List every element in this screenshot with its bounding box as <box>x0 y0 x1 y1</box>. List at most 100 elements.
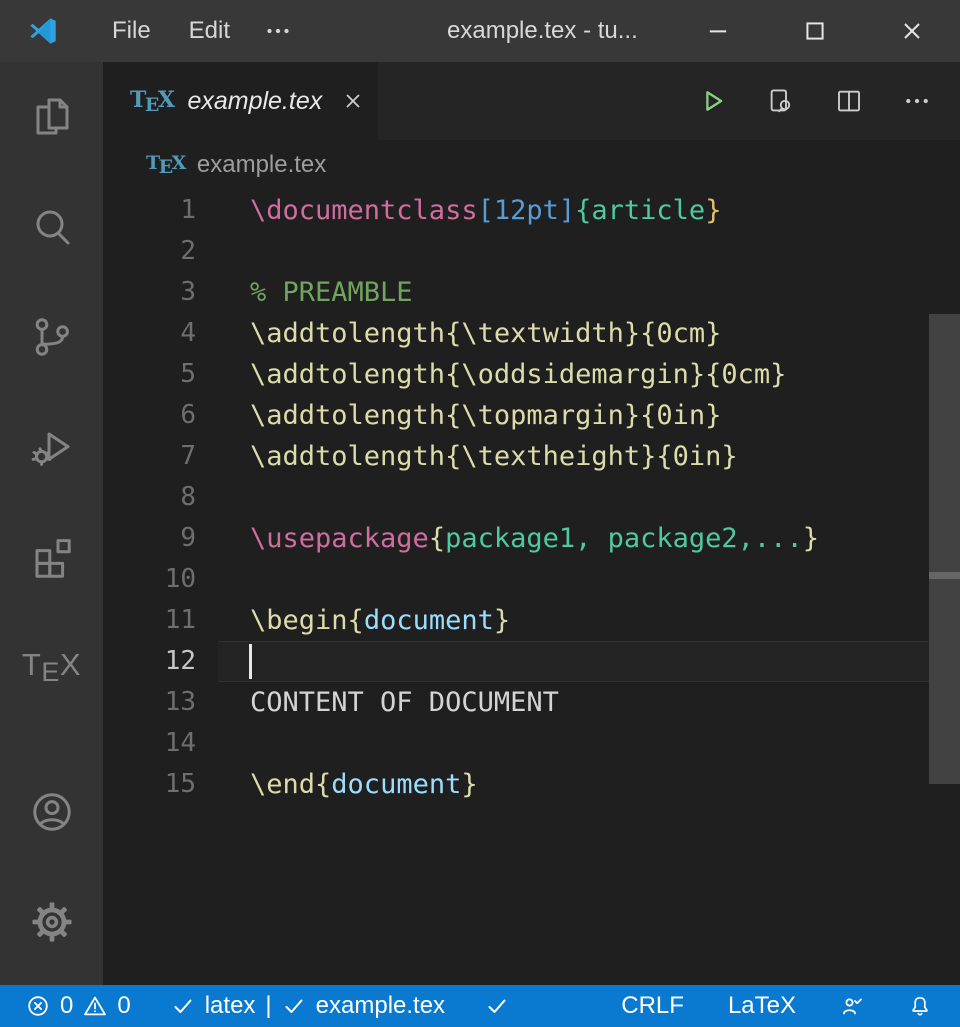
vscode-logo-icon <box>27 15 59 47</box>
check-icon <box>485 994 509 1018</box>
code-line[interactable]: 3% PREAMBLE <box>103 272 960 313</box>
tab-example-tex[interactable]: TEX example.tex <box>103 62 378 140</box>
close-button[interactable] <box>863 0 960 62</box>
tex-file-icon: TEX <box>146 152 185 178</box>
notifications-item[interactable] <box>908 994 932 1018</box>
activity-source-control[interactable] <box>0 282 103 392</box>
tab-close-icon[interactable] <box>340 88 366 114</box>
tab-label: example.tex <box>187 87 322 116</box>
line-number: 14 <box>103 723 218 764</box>
problems-item[interactable]: 00 <box>26 992 131 1020</box>
code-line[interactable]: 4\addtolength{\textwidth}{0cm} <box>103 313 960 354</box>
line-number: 13 <box>103 682 218 723</box>
line-number: 1 <box>103 190 218 231</box>
line-content: CONTENT OF DOCUMENT <box>218 682 960 723</box>
menu-bar: File Edit <box>93 0 295 62</box>
code-line[interactable]: 5\addtolength{\oddsidemargin}{0cm} <box>103 354 960 395</box>
text-cursor <box>249 644 252 679</box>
tex-file-icon: TEX <box>130 87 173 116</box>
status-text: 0 <box>60 992 73 1020</box>
line-number: 4 <box>103 313 218 354</box>
build-status-item[interactable] <box>485 994 509 1018</box>
line-number: 12 <box>103 641 218 682</box>
maximize-button[interactable] <box>766 0 863 62</box>
menu-overflow-button[interactable] <box>261 14 295 48</box>
latex-file-check-item[interactable]: latex | example.tex <box>171 992 445 1020</box>
code-line[interactable]: 1\documentclass[12pt]{article} <box>103 190 960 231</box>
language-mode-indicator[interactable]: LaTeX <box>728 992 796 1020</box>
feedback-item[interactable] <box>840 994 864 1018</box>
error-icon <box>26 994 50 1018</box>
overview-cursor-marker <box>929 572 960 579</box>
code-line[interactable]: 10 <box>103 559 960 600</box>
check-icon <box>282 994 306 1018</box>
line-number: 8 <box>103 477 218 518</box>
title-bar: File Edit example.tex - tu... <box>0 0 960 62</box>
eol-indicator[interactable]: CRLF <box>621 992 684 1020</box>
line-number: 2 <box>103 231 218 272</box>
code-line[interactable]: 7\addtolength{\textheight}{0in} <box>103 436 960 477</box>
code-line[interactable]: 15\end{document} <box>103 764 960 805</box>
run-build-button[interactable] <box>698 86 728 116</box>
line-content: % PREAMBLE <box>218 272 960 313</box>
code-line[interactable]: 2 <box>103 231 960 272</box>
line-number: 7 <box>103 436 218 477</box>
person-check-icon <box>840 994 864 1018</box>
status-text: CRLF <box>621 992 684 1020</box>
breadcrumb-file: example.tex <box>197 151 326 179</box>
line-number: 6 <box>103 395 218 436</box>
code-line[interactable]: 12 <box>103 641 960 682</box>
line-number: 9 <box>103 518 218 559</box>
line-number: 11 <box>103 600 218 641</box>
preview-pdf-button[interactable] <box>766 86 796 116</box>
line-content: \documentclass[12pt]{article} <box>218 190 960 231</box>
scrollbar-thumb[interactable] <box>929 314 960 784</box>
line-number: 5 <box>103 354 218 395</box>
menu-edit[interactable]: Edit <box>170 0 249 62</box>
line-content: \addtolength{\textwidth}{0cm} <box>218 313 960 354</box>
activity-settings[interactable] <box>0 867 103 977</box>
status-text: example.tex <box>316 992 445 1020</box>
line-content: \end{document} <box>218 764 960 805</box>
code-line[interactable]: 6\addtolength{\topmargin}{0in} <box>103 395 960 436</box>
activity-explorer[interactable] <box>0 62 103 172</box>
code-line[interactable]: 9\usepackage{package1, package2,...} <box>103 518 960 559</box>
line-content <box>218 231 960 272</box>
activity-extensions[interactable] <box>0 502 103 612</box>
line-number: 10 <box>103 559 218 600</box>
status-text: latex <box>205 992 256 1020</box>
activity-bar-top: TEX <box>0 62 103 722</box>
editor-scrollbar[interactable] <box>929 314 960 985</box>
split-editor-button[interactable] <box>834 86 864 116</box>
more-actions-button[interactable] <box>902 86 932 116</box>
breadcrumb[interactable]: TEX example.tex <box>103 140 960 190</box>
code-lines: 1\documentclass[12pt]{article}23% PREAMB… <box>103 190 960 805</box>
code-line[interactable]: 8 <box>103 477 960 518</box>
code-line[interactable]: 14 <box>103 723 960 764</box>
status-text: LaTeX <box>728 992 796 1020</box>
warning-icon <box>83 994 107 1018</box>
status-text: 0 <box>117 992 130 1020</box>
line-content: \usepackage{package1, package2,...} <box>218 518 960 559</box>
activity-search[interactable] <box>0 172 103 282</box>
line-number: 15 <box>103 764 218 805</box>
editor-actions <box>698 62 932 140</box>
code-line[interactable]: 13CONTENT OF DOCUMENT <box>103 682 960 723</box>
check-icon <box>171 994 195 1018</box>
minimize-button[interactable] <box>669 0 766 62</box>
activity-accounts[interactable] <box>0 757 103 867</box>
status-right: CRLF LaTeX <box>621 992 932 1020</box>
status-text: | <box>265 992 271 1020</box>
line-content: \addtolength{\topmargin}{0in} <box>218 395 960 436</box>
line-content <box>218 559 960 600</box>
activity-latex-workshop[interactable]: TEX <box>0 612 103 722</box>
line-content: \addtolength{\oddsidemargin}{0cm} <box>218 354 960 395</box>
menu-file[interactable]: File <box>93 0 170 62</box>
line-number: 3 <box>103 272 218 313</box>
code-area[interactable]: 1\documentclass[12pt]{article}23% PREAMB… <box>103 190 960 985</box>
line-content: \addtolength{\textheight}{0in} <box>218 436 960 477</box>
activity-bar-bottom <box>0 757 103 985</box>
code-line[interactable]: 11\begin{document} <box>103 600 960 641</box>
bell-icon <box>908 994 932 1018</box>
activity-run-debug[interactable] <box>0 392 103 502</box>
